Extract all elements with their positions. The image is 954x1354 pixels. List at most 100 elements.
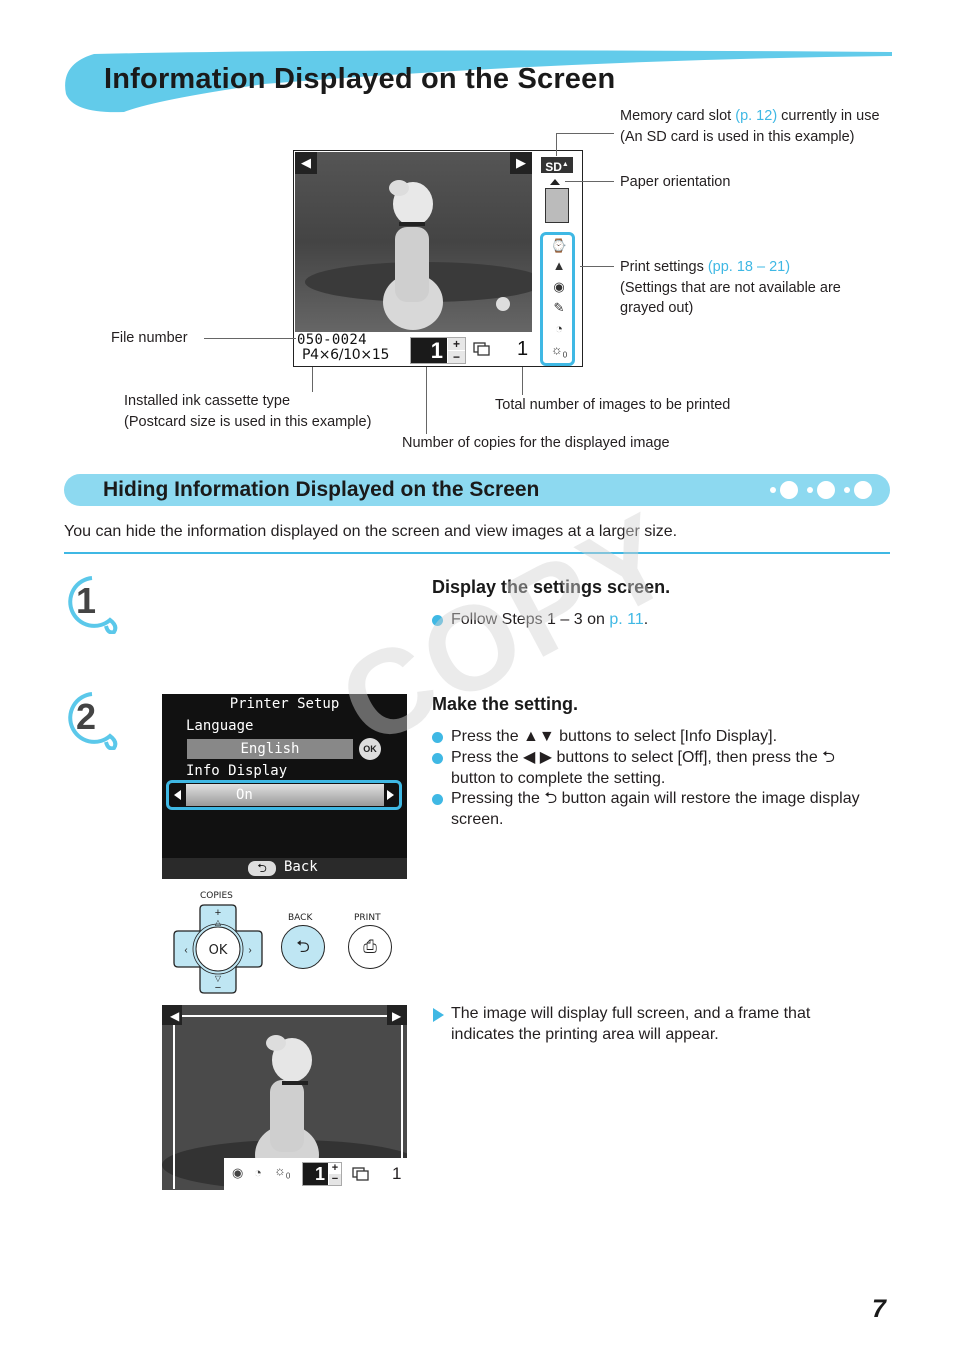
- my-colors-icon: ✎: [553, 300, 565, 315]
- left-arrow-icon[interactable]: [174, 790, 181, 800]
- paper-orientation-arrow-icon: [550, 179, 560, 185]
- total-prints-value: 1: [392, 1164, 402, 1183]
- leader-line: [426, 367, 427, 434]
- printer-setup-screen: Printer Setup Language English OK Info D…: [162, 694, 407, 879]
- callout-total-images: Total number of images to be printed: [495, 397, 731, 413]
- section-header: Hiding Information Displayed on the Scre…: [64, 474, 890, 506]
- step-2-result: The image will display full screen, and …: [432, 1004, 862, 1045]
- red-eye-icon: ◉: [553, 279, 565, 294]
- ink-cassette-type: P4×6/10×15: [302, 347, 390, 363]
- step-2-bullet: Press the ▲▼ buttons to select [Info Dis…: [432, 727, 882, 748]
- back-icon[interactable]: ⮌: [248, 861, 276, 876]
- printer-controls: COPIES OK + △ ▽ − ‹ › BACK ⮌ PRINT ⎙: [170, 888, 410, 998]
- info-display-value: On: [186, 784, 384, 806]
- callout-ink-cassette: Installed ink cassette type (Postcard si…: [124, 391, 371, 432]
- copies-minus-button[interactable]: −: [448, 351, 465, 363]
- brightness-value: 0: [562, 350, 568, 360]
- brightness-icon: ☼0: [274, 1163, 291, 1181]
- step-number-text: 2: [76, 696, 97, 737]
- info-display-label: Info Display: [186, 763, 288, 779]
- page-link[interactable]: p. 11: [609, 611, 643, 628]
- right-arrow-icon[interactable]: ›: [248, 945, 251, 956]
- copies-minus-button[interactable]: −: [329, 1174, 341, 1185]
- callout-text: (Postcard size is used in this example): [124, 413, 372, 430]
- print-button[interactable]: ⎙: [348, 925, 392, 969]
- back-label: Back: [284, 859, 318, 875]
- callout-text: Installed ink cassette type: [124, 393, 291, 409]
- leader-line: [556, 133, 614, 134]
- setup-footer: ⮌ Back: [162, 858, 407, 879]
- copies-stepper[interactable]: 1 + −: [302, 1162, 342, 1186]
- page-link[interactable]: (pp. 18 – 21): [708, 259, 790, 275]
- next-image-arrow[interactable]: ▶: [510, 152, 532, 174]
- page-number: 7: [872, 1295, 886, 1323]
- intro-text: You can hide the information displayed o…: [64, 523, 678, 540]
- callout-paper-orientation: Paper orientation: [620, 174, 731, 190]
- callout-text: Print settings: [620, 259, 708, 275]
- card-slot-label: SD: [545, 160, 562, 174]
- step-1-title: Display the settings screen.: [432, 577, 671, 597]
- left-arrow-icon[interactable]: ‹: [184, 945, 187, 956]
- back-button-label: BACK: [288, 913, 313, 923]
- info-display-selector[interactable]: On: [166, 780, 402, 810]
- step-2-bullet: Press the ◀ ▶ buttons to select [Off], t…: [432, 748, 882, 789]
- step-number-2: 2: [62, 690, 122, 750]
- date-icon: ⌚: [550, 238, 568, 253]
- sd-card-icon: SD▲: [541, 157, 573, 174]
- image-optimize-icon: ▲: [552, 258, 566, 273]
- print-settings-box: ⌚ ▲ ◉ ✎ ◔ ☼0: [540, 232, 575, 366]
- dpad[interactable]: OK + △ ▽ − ‹ ›: [172, 903, 264, 995]
- leader-line: [580, 266, 614, 267]
- language-field[interactable]: English: [187, 739, 353, 759]
- leader-line: [565, 181, 614, 182]
- right-arrow-icon[interactable]: [387, 790, 394, 800]
- leader-line: [312, 367, 313, 392]
- file-number: 050-0024: [297, 332, 367, 348]
- copies-plus-button[interactable]: +: [448, 338, 465, 350]
- minus-icon: −: [215, 982, 221, 994]
- page-link[interactable]: (p. 12): [735, 108, 777, 124]
- up-arrow-icon[interactable]: △: [215, 918, 222, 927]
- bullet-text: .: [643, 611, 649, 628]
- step-number-1: 1: [62, 574, 122, 634]
- divider: [64, 552, 890, 554]
- lcd-display-diagram: ◀ ▶ SD▲ ⌚ ▲ ◉ ✎ ◔ ☼0 050-0024 P4×6/10×15…: [293, 150, 583, 367]
- leader-line: [556, 133, 557, 156]
- lcd-info-bar: 050-0024 P4×6/10×15 1 + − 1: [295, 332, 533, 366]
- back-button[interactable]: ⮌: [281, 925, 325, 969]
- lcd-sidebar: SD▲ ⌚ ▲ ◉ ✎ ◔ ☼0: [534, 151, 582, 366]
- step-2-bullet: Pressing the ⮌ button again will restore…: [432, 789, 862, 830]
- dog-photo: ◀ ▶: [295, 152, 532, 332]
- brightness-icon: ☼0: [550, 342, 568, 360]
- callout-print-settings: Print settings (pp. 18 – 21) (Settings th…: [620, 257, 880, 319]
- step-2-title: Make the setting.: [432, 694, 579, 714]
- ok-button-label: OK: [209, 943, 228, 958]
- fullscreen-info-bar: ◉ ◔ ☼0 1 + − 1: [224, 1158, 407, 1190]
- copies-label: COPIES: [200, 891, 233, 901]
- previous-image-arrow[interactable]: ◀: [170, 1009, 180, 1023]
- callout-text: (Settings that are not available are gra…: [620, 279, 841, 317]
- photo-image: [295, 152, 532, 332]
- page-title: Information Displayed on the Screen: [104, 63, 616, 95]
- step-number-text: 1: [76, 580, 97, 621]
- callout-copies: Number of copies for the displayed image: [402, 435, 670, 451]
- callout-file-number: File number: [111, 330, 188, 346]
- total-prints-icon: [473, 342, 490, 356]
- setup-screen-title: Printer Setup: [229, 696, 340, 712]
- copies-value: 1: [303, 1163, 328, 1185]
- brightness-value: 0: [285, 1171, 291, 1181]
- section-title: Hiding Information Displayed on the Scre…: [103, 478, 540, 501]
- callout-text: Memory card slot: [620, 108, 736, 124]
- paper-orientation-icon: [545, 188, 569, 223]
- next-image-arrow[interactable]: ▶: [392, 1009, 402, 1023]
- print-button-label: PRINT: [354, 913, 381, 923]
- red-eye-icon: ◉: [232, 1165, 244, 1180]
- total-prints-value: 1: [517, 338, 529, 360]
- decorative-dots: [770, 481, 872, 499]
- leader-line: [522, 367, 523, 395]
- callout-memory-card-slot: Memory card slot (p. 12) currently in us…: [620, 106, 880, 147]
- copies-stepper[interactable]: 1 + −: [410, 337, 466, 364]
- total-prints-icon: [352, 1167, 369, 1181]
- previous-image-arrow[interactable]: ◀: [295, 152, 317, 174]
- ok-icon: OK: [359, 738, 381, 760]
